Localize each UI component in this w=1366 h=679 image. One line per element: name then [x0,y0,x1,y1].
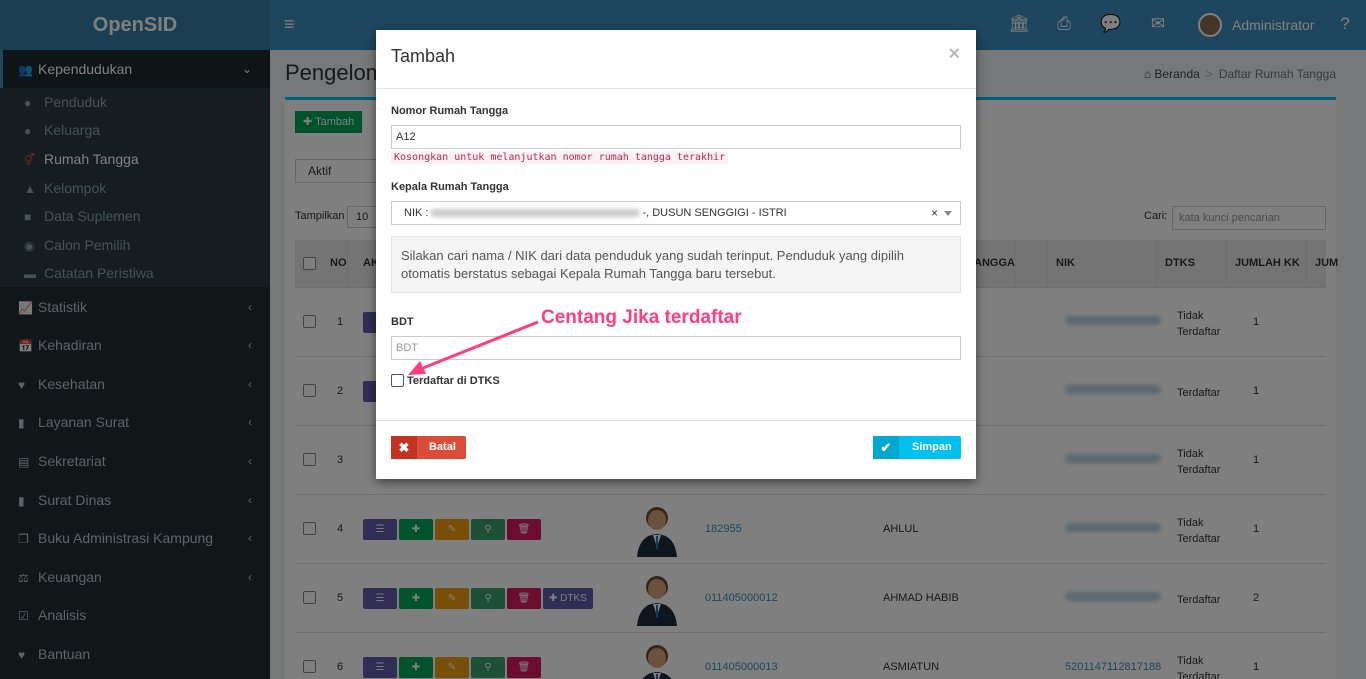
add-household-modal: Tambah × Nomor Rumah Tangga A12 Kosongka… [376,30,976,479]
modal-divider [376,88,976,89]
nomor-label: Nomor Rumah Tangga [391,105,509,117]
redacted-text [430,209,641,218]
annotation-text: Centang Jika terdaftar [541,307,742,328]
clear-icon[interactable]: × [931,202,938,224]
bdt-input[interactable]: BDT [391,336,961,360]
nomor-hint: Kosongkan untuk melanjutkan nomor rumah … [391,151,729,164]
dtks-checkbox-label[interactable]: Terdaftar di DTKS [407,375,500,387]
kepala-label: Kepala Rumah Tangga [391,181,509,193]
bdt-label: BDT [391,316,414,328]
save-button[interactable]: ✔ Simpan [873,436,961,459]
kepala-select[interactable]: NIK : -, DUSUN SENGGIGI - ISTRI × [391,201,961,225]
modal-title: Tambah [391,46,456,66]
chevron-down-icon[interactable] [944,211,952,216]
modal-footer-divider [376,420,976,421]
close-icon: ✖ [391,436,417,459]
close-icon[interactable]: × [948,43,960,66]
check-icon: ✔ [873,436,899,459]
info-well: Silakan cari nama / NIK dari data pendud… [391,236,961,293]
nomor-input[interactable]: A12 [391,125,961,149]
dtks-checkbox[interactable] [391,374,404,387]
cancel-button[interactable]: ✖ Batal [391,436,466,459]
